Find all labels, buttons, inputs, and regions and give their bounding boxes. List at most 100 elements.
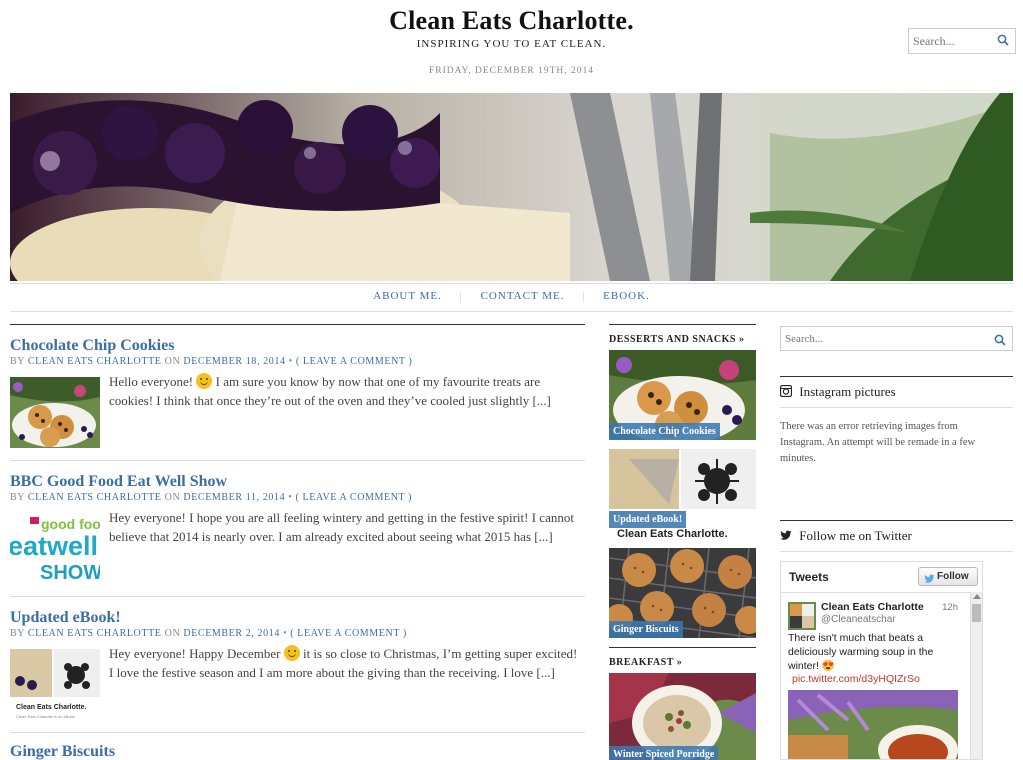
smiley-icon <box>196 373 213 389</box>
category-item-porridge[interactable]: Winter Spiced Porridge <box>609 673 756 760</box>
nav-separator: | <box>582 290 586 302</box>
twitter-title-text: Follow me on Twitter <box>799 528 912 543</box>
meta-dot: • <box>288 356 293 367</box>
category-item-label[interactable]: Ginger Biscuits <box>609 621 683 638</box>
post-date-link[interactable]: DECEMBER 18, 2014 <box>183 356 285 367</box>
category-item-ginger-biscuits[interactable]: Ginger Biscuits <box>609 548 756 638</box>
follow-button[interactable]: Follow <box>918 567 978 586</box>
category-heading[interactable]: DESSERTS AND SNACKS » <box>609 324 756 350</box>
post-item: Chocolate Chip Cookies BY CLEAN EATS CHA… <box>10 325 585 461</box>
twitter-bird-icon <box>924 572 935 583</box>
thumb-logo-line1: good food <box>41 516 100 532</box>
post-thumbnail-eatwell-logo[interactable]: good food eatwell SHOW <box>10 513 100 584</box>
tweets-divider <box>781 592 982 593</box>
post-date-link[interactable]: DECEMBER 11, 2014 <box>183 492 285 503</box>
chevron-right-icon: » <box>676 657 683 668</box>
header-search-input[interactable] <box>909 29 993 53</box>
follow-button-label: Follow <box>937 571 969 582</box>
post-author-link[interactable]: CLEAN EATS CHARLOTTE <box>28 356 162 367</box>
meta-on: ON <box>164 356 181 367</box>
meta-by: BY <box>10 492 25 503</box>
sidebar-search-input[interactable] <box>781 327 981 350</box>
instagram-title-text: Instagram pictures <box>799 384 896 399</box>
category-item-cookies[interactable]: Chocolate Chip Cookies <box>609 350 756 440</box>
category-item-ebook[interactable]: Clean Eats Charlotte. Updated eBook! <box>609 449 756 539</box>
nav-item-contact[interactable]: CONTACT ME. <box>481 290 565 302</box>
category-item-label[interactable]: Chocolate Chip Cookies <box>609 423 720 440</box>
chevron-right-icon: » <box>738 334 745 345</box>
thumb-logo-line3: SHOW <box>40 562 100 584</box>
post-title-link[interactable]: Ginger Biscuits <box>10 743 115 760</box>
post-title-link[interactable]: BBC Good Food Eat Well Show <box>10 473 227 491</box>
post-author-link[interactable]: CLEAN EATS CHARLOTTE <box>28 628 162 639</box>
post-title-link[interactable]: Updated eBook! <box>10 609 121 627</box>
tweets-heading[interactable]: Tweets <box>789 570 829 584</box>
excerpt-part: Hello everyone! <box>109 374 194 389</box>
nav-item-ebook[interactable]: EBOOK. <box>603 290 650 302</box>
tweet-timestamp[interactable]: 12h <box>942 602 958 613</box>
leave-comment-link[interactable]: ( LEAVE A COMMENT ) <box>296 356 413 367</box>
meta-dot: • <box>288 492 293 503</box>
search-icon[interactable] <box>997 33 1009 46</box>
scrollbar-thumb[interactable] <box>972 604 981 622</box>
tweet-author-name[interactable]: Clean Eats Charlotte <box>821 601 924 613</box>
thumb-logo-line2: eatwell <box>10 531 98 561</box>
smiley-icon <box>283 645 300 661</box>
thumb-ebook-title: Clean Eats Charlotte. <box>16 704 86 711</box>
meta-on: ON <box>164 492 181 503</box>
sidebar-search-box <box>780 326 1013 351</box>
category-item-label[interactable]: Winter Spiced Porridge <box>609 746 719 760</box>
post-title-link[interactable]: Chocolate Chip Cookies <box>10 337 174 355</box>
post-thumbnail-cookies[interactable] <box>10 377 100 448</box>
thumb-ebook-sub: Clean Eats Charlotte is an eBook <box>16 714 75 719</box>
post-excerpt: Hey everyone! I hope you are all feeling… <box>109 510 574 544</box>
tweets-scrollbar[interactable] <box>970 592 982 759</box>
post-item: BBC Good Food Eat Well Show BY CLEAN EAT… <box>10 461 585 597</box>
instagram-icon <box>779 384 793 398</box>
instagram-error-message: There was an error retrieving images fro… <box>780 421 976 464</box>
main-nav: ABOUT ME. | CONTACT ME. | EBOOK. <box>0 290 1023 302</box>
leave-comment-link[interactable]: ( LEAVE A COMMENT ) <box>296 492 413 503</box>
twitter-bird-icon <box>780 529 792 541</box>
post-thumbnail-ebook[interactable]: Clean Eats Charlotte. Clean Eats Charlot… <box>10 649 100 720</box>
post-excerpt: Hello everyone! I am sure you know by no… <box>109 372 579 410</box>
ebook-overlay-title: Clean Eats Charlotte. <box>617 528 728 539</box>
instagram-widget-title: Instagram pictures <box>779 376 1013 408</box>
post-meta: BY CLEAN EATS CHARLOTTE ON DECEMBER 11, … <box>10 492 412 503</box>
category-heading[interactable]: BREAKFAST » <box>609 647 756 673</box>
post-excerpt: Hey everyone! Happy December it is so cl… <box>109 644 579 682</box>
category-item-label[interactable]: Updated eBook! <box>609 511 687 528</box>
nav-item-about[interactable]: ABOUT ME. <box>373 290 442 302</box>
tweet-author-handle[interactable]: @Cleaneatschar <box>821 614 896 625</box>
meta-dot: • <box>283 628 288 639</box>
site-title[interactable]: Clean Eats Charlotte. <box>0 6 1023 36</box>
category-name[interactable]: DESSERTS AND SNACKS <box>609 334 736 345</box>
hero-banner-image[interactable] <box>10 93 1013 281</box>
nav-separator: | <box>459 290 463 302</box>
post-author-link[interactable]: CLEAN EATS CHARLOTTE <box>28 492 162 503</box>
nav-bottom-divider <box>10 311 1013 312</box>
post-list: Chocolate Chip Cookies BY CLEAN EATS CHA… <box>10 324 585 733</box>
tweet-photo-link[interactable]: pic.twitter.com/d3yHQIZrSo <box>792 673 920 685</box>
excerpt-part: Hey everyone! Happy December <box>109 646 281 661</box>
post-item: Updated eBook! BY CLEAN EATS CHARLOTTE O… <box>10 597 585 733</box>
search-icon[interactable] <box>994 333 1006 346</box>
category-name[interactable]: BREAKFAST <box>609 657 674 668</box>
nav-top-divider <box>10 283 1013 284</box>
twitter-timeline-embed: Tweets Follow Clean Eats Charlotte @Clea… <box>780 561 983 760</box>
avatar[interactable] <box>788 602 816 630</box>
category-column: DESSERTS AND SNACKS » Chocolate Chip Coo… <box>609 324 756 760</box>
site-tagline: INSPIRING YOU TO EAT CLEAN. <box>416 38 607 50</box>
header-search-box <box>908 28 1016 54</box>
site-date: FRIDAY, DECEMBER 19TH, 2014 <box>428 66 595 76</box>
meta-by: BY <box>10 628 25 639</box>
tweet-photo[interactable] <box>788 690 958 759</box>
scroll-up-arrow-icon[interactable] <box>973 594 981 599</box>
leave-comment-link[interactable]: ( LEAVE A COMMENT ) <box>290 628 407 639</box>
meta-on: ON <box>164 628 181 639</box>
tweet-text: There isn't much that beats a deliciousl… <box>788 632 934 672</box>
meta-by: BY <box>10 356 25 367</box>
post-date-link[interactable]: DECEMBER 2, 2014 <box>183 628 280 639</box>
twitter-widget-title: Follow me on Twitter <box>780 520 1013 552</box>
post-meta: BY CLEAN EATS CHARLOTTE ON DECEMBER 2, 2… <box>10 628 407 639</box>
